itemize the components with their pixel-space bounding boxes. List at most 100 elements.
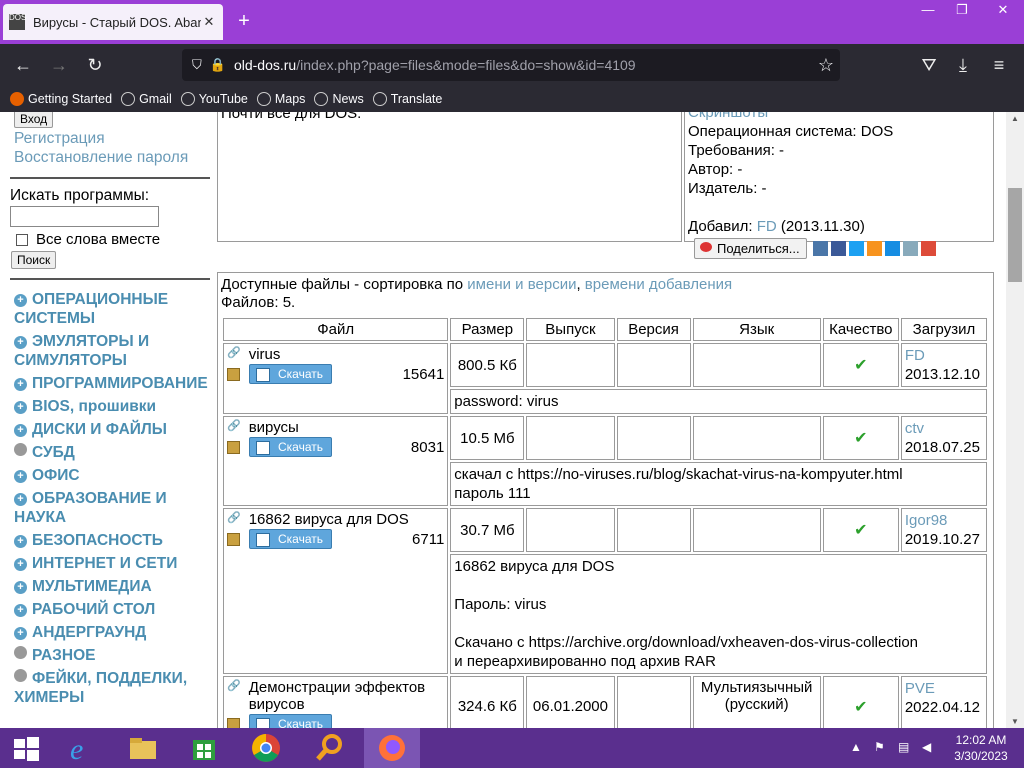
restore-password-link[interactable]: Восстановление пароля [14, 149, 215, 167]
bookmark-translate[interactable]: Translate [372, 92, 442, 106]
category-9[interactable]: + ИНТЕРНЕТ И СЕТИ [14, 554, 215, 573]
tray-chevron-icon[interactable]: ▲ [850, 740, 862, 754]
reload-icon[interactable]: ↻ [80, 50, 110, 80]
action-center-flag-icon[interactable]: ⚑ [874, 740, 885, 754]
tab-title: Вирусы - Старый DOS. Aband [33, 14, 201, 30]
firefox-taskbar-button[interactable] [364, 728, 420, 768]
added-date: (2013.11.30) [780, 218, 865, 235]
bookmark-getting-started[interactable]: Getting Started [10, 92, 112, 106]
category-10[interactable]: + МУЛЬТИМЕДИА [14, 577, 215, 596]
file-name[interactable]: Демонстрации эффектов вирусов [249, 679, 445, 713]
upload-date: 2013.12.10 [904, 366, 980, 383]
uploader-link[interactable]: PVE [905, 679, 983, 698]
link-icon[interactable]: 🔗 [227, 419, 241, 436]
download-button[interactable]: Скачать [249, 529, 332, 549]
category-1[interactable]: + ЭМУЛЯТОРЫ И СИМУЛЯТОРЫ [14, 332, 215, 370]
mailru-icon[interactable] [884, 241, 900, 256]
uploader-link[interactable]: FD [905, 346, 983, 365]
browser-tab[interactable]: DOS Вирусы - Старый DOS. Aband ✕ [3, 4, 223, 40]
file-row: 🔗 вирусы Скачать 8031 10.5 Мб ✔ ctv 2018.07.25 [223, 416, 987, 506]
uploader-cell: Igor98 2019.10.27 [900, 508, 987, 552]
search-input[interactable] [10, 206, 159, 227]
search-magnifier-icon[interactable] [313, 732, 345, 764]
category-11[interactable]: + РАБОЧИЙ СТОЛ [14, 600, 215, 619]
back-icon[interactable]: ← [8, 50, 38, 80]
network-icon[interactable]: ▤ [898, 740, 909, 754]
download-button[interactable]: Скачать [249, 364, 332, 384]
file-language [692, 343, 821, 387]
added-user-link[interactable]: FD [757, 218, 777, 235]
link-icon[interactable]: 🔗 [227, 679, 241, 713]
file-explorer-icon[interactable] [127, 732, 159, 764]
category-7[interactable]: + ОБРАЗОВАНИЕ И НАУКА [14, 489, 215, 527]
livejournal-icon[interactable] [902, 241, 918, 256]
category-2[interactable]: + ПРОГРАММИРОВАНИЕ [14, 374, 215, 393]
screenshots-link[interactable]: Скриншоты [688, 112, 990, 122]
file-name[interactable]: virus [249, 346, 281, 363]
login-button[interactable]: Вход [14, 112, 54, 128]
shield-icon[interactable]: ⛉ [192, 57, 202, 73]
url-bar[interactable]: ⛉ 🔒 old-dos.ru/index.php?page=files&mode… [182, 49, 840, 81]
pocket-icon[interactable]: ⛛ [914, 50, 944, 80]
scrollbar[interactable]: ▲ ▼ [1006, 112, 1024, 728]
bookmark-maps[interactable]: Maps [256, 92, 305, 106]
minimize-icon[interactable]: — [910, 0, 946, 22]
category-0[interactable]: + ОПЕРАЦИОННЫЕ СИСТЕМЫ [14, 290, 215, 328]
sidebar: Вход Регистрация Восстановление пароля И… [10, 112, 215, 707]
scrollbar-thumb[interactable] [1008, 188, 1022, 282]
uploader-link[interactable]: Igor98 [905, 511, 983, 530]
bookmark-youtube[interactable]: YouTube [180, 92, 248, 106]
scroll-up-icon[interactable]: ▲ [1006, 114, 1024, 123]
downloads-icon[interactable]: ⤓ [948, 50, 978, 80]
file-name[interactable]: вирусы [249, 419, 299, 436]
bookmark-label: News [332, 92, 364, 106]
chrome-icon[interactable] [250, 732, 282, 764]
scroll-down-icon[interactable]: ▼ [1006, 717, 1024, 726]
download-button[interactable]: Скачать [249, 714, 332, 728]
bookmark-news[interactable]: News [314, 92, 364, 106]
sort-by-time-link[interactable]: времени добавления [585, 276, 732, 293]
search-button[interactable]: Поиск [11, 251, 57, 269]
category-3[interactable]: + BIOS, прошивки [14, 397, 215, 416]
new-tab-icon[interactable]: + [232, 10, 256, 33]
download-button[interactable]: Скачать [249, 437, 332, 457]
link-icon[interactable]: 🔗 [227, 511, 241, 528]
twitter-icon[interactable] [848, 241, 864, 256]
category-14[interactable]: ФЕЙКИ, ПОДДЕЛКИ, ХИМЕРЫ [14, 669, 215, 707]
quality-cell: ✔ [822, 508, 899, 552]
globe-icon [314, 92, 329, 106]
internet-explorer-icon[interactable]: e [64, 732, 96, 766]
sort-by-name-link[interactable]: имени и версии [467, 276, 576, 293]
system-clock[interactable]: 12:02 AM 3/30/2023 [946, 732, 1016, 764]
category-5[interactable]: СУБД [14, 443, 215, 462]
odnoklassniki-icon[interactable] [866, 241, 882, 256]
register-link[interactable]: Регистрация [14, 130, 215, 148]
quality-cell: ✔ [822, 676, 899, 728]
uploader-link[interactable]: ctv [905, 419, 983, 438]
upload-date: 2018.07.25 [904, 439, 980, 456]
category-12[interactable]: + АНДЕРГРАУНД [14, 623, 215, 642]
facebook-icon[interactable] [830, 241, 846, 256]
category-13[interactable]: РАЗНОЕ [14, 646, 215, 665]
bookmark-gmail[interactable]: Gmail [121, 92, 172, 106]
store-icon[interactable] [188, 732, 220, 764]
vk-icon[interactable] [812, 241, 828, 256]
forward-icon[interactable]: → [44, 50, 74, 80]
volume-icon[interactable]: ◀ [922, 740, 931, 754]
windows-start-icon[interactable] [10, 732, 42, 764]
link-icon[interactable]: 🔗 [227, 346, 241, 363]
bookmark-star-icon[interactable]: ☆ [818, 55, 834, 76]
category-4[interactable]: + ДИСКИ И ФАЙЛЫ [14, 420, 215, 439]
lock-icon[interactable]: 🔒 [210, 57, 226, 73]
file-name[interactable]: 16862 вируса для DOS [249, 511, 409, 528]
category-8[interactable]: + БЕЗОПАСНОСТЬ [14, 531, 215, 550]
share-button[interactable]: Поделиться... [694, 238, 807, 259]
close-window-icon[interactable]: ✕ [982, 0, 1024, 22]
menu-icon[interactable]: ≡ [984, 50, 1014, 80]
close-tab-icon[interactable]: ✕ [201, 14, 217, 30]
restore-icon[interactable]: ❐ [944, 0, 980, 22]
category-6[interactable]: + ОФИС [14, 466, 215, 485]
file-note: 16862 вируса для DOS Пароль: virus Скачано… [450, 554, 987, 674]
google-plus-icon[interactable] [920, 241, 936, 256]
all-words-checkbox[interactable] [16, 233, 28, 246]
